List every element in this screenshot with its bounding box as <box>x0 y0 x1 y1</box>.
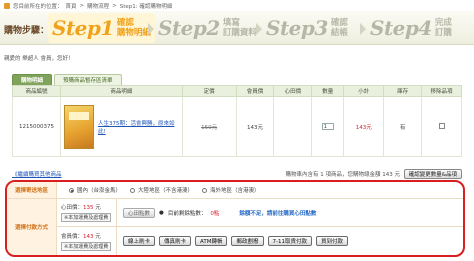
payment-buttons: 線上刷卡 傳真刷卡 ATM轉帳 郵政劃撥 7-11取貨付款 貨到付款 <box>117 227 463 255</box>
member-price-box: 會員價：143 元 ※本加運費及處理費 <box>57 227 117 255</box>
online-credit-card-button[interactable]: 線上刷卡 <box>123 236 156 246</box>
product-id: 1215000375 <box>12 96 61 157</box>
cart-table: 商品編號 商品明細 定價 會員價 心田價 數量 小計 庫存 移除品項 12150… <box>12 85 462 157</box>
atm-transfer-button[interactable]: ATM轉帳 <box>195 236 228 246</box>
qty-cell: 1 <box>311 96 345 157</box>
heart-price-label: 心田價： <box>61 205 84 211</box>
breadcrumb-prefix: 您目前所在的位置： <box>13 4 63 10</box>
member-price: 143元 <box>235 96 275 157</box>
region-overseas-label[interactable]: 海外地區（含港澳） <box>210 186 260 194</box>
member-price-payment-row: 會員價：143 元 ※本加運費及處理費 線上刷卡 傳真刷卡 ATM轉帳 郵政劃撥… <box>57 227 463 255</box>
product-detail-cell: 人生375期：活會興勝，原來如此! <box>59 96 183 157</box>
info-icon: ● <box>159 209 164 216</box>
points-remaining-value: 0點 <box>210 210 220 217</box>
step-2-number: Step2 <box>158 16 220 40</box>
seven-eleven-pickup-button[interactable]: 7-11取貨付款 <box>267 236 312 246</box>
list-price: 150元 <box>181 96 237 157</box>
update-cart-button[interactable]: 確認變更數量&品項 <box>403 169 462 179</box>
insufficient-balance-link[interactable]: 餘額不足，請前往購買心田點數 <box>239 209 316 217</box>
col-header-list-price: 定價 <box>181 85 237 97</box>
remove-item-checkbox[interactable] <box>438 122 445 129</box>
heart-price-actions: 心田點數 ● 目前剩餘點數： 0點 餘額不足，請前往購買心田點數 <box>117 199 463 226</box>
heart-price-note: ※本加運費及處理費 <box>61 213 112 222</box>
breadcrumb-current: Step1: 確認購物明細 <box>119 4 173 10</box>
book-cover-image[interactable] <box>63 104 94 149</box>
quantity-input[interactable]: 1 <box>321 123 334 130</box>
table-header-row: 商品編號 商品明細 定價 會員價 心田價 數量 小計 庫存 移除品項 <box>12 85 462 97</box>
breadcrumb-home-link[interactable]: 首頁 <box>66 2 77 10</box>
step-arrow-icon <box>148 23 154 35</box>
breadcrumb-flow-link[interactable]: 購物流程 <box>87 2 109 10</box>
shipping-region-label: 選擇寄送地區 <box>7 182 57 198</box>
region-overseas-radio[interactable] <box>202 187 208 193</box>
step-4-number: Step4 <box>370 16 432 40</box>
table-row: 1215000375 人生375期：活會興勝，原來如此! 150元 143元 1… <box>12 96 462 157</box>
col-header-subtotal: 小計 <box>343 85 385 97</box>
region-mainland-radio[interactable] <box>130 187 136 193</box>
step-1-number: Step1 <box>52 16 114 40</box>
breadcrumb-separator: > <box>79 3 85 9</box>
member-price-note: ※本加運費及處理費 <box>61 241 112 251</box>
subtotal: 143元 <box>343 96 385 157</box>
region-mainland-label[interactable]: 大陸地區（不含港澳） <box>138 186 193 194</box>
step-2: Step2 填寫 訂購資料 <box>158 13 257 43</box>
step-2-label: 填寫 訂購資料 <box>222 18 257 38</box>
heart-price-unit: 元 <box>95 205 101 211</box>
steps-title: 購物步驟： <box>4 26 50 36</box>
step-3-number: Step3 <box>266 16 328 40</box>
points-remaining-label: 目前剩餘點數： <box>167 210 207 217</box>
checkout-options-panel: 選擇寄送地區 國內（台澎金馬） 大陸地區（不含港澳） 海外地區（含港澳） 選擇付… <box>5 180 465 257</box>
col-header-id: 商品編號 <box>12 85 61 97</box>
home-icon <box>4 3 10 9</box>
step-4-label: 完成 訂購 <box>434 18 452 38</box>
col-header-heart-price: 心田價 <box>273 85 313 97</box>
cart-total-text: 購物車內含有 1 項商品，您購物總金額 143 元 <box>285 172 401 178</box>
region-domestic-label[interactable]: 國內（台澎金馬） <box>77 186 121 194</box>
step-4: Step4 完成 訂購 <box>370 13 452 43</box>
fax-credit-card-button[interactable]: 傳真刷卡 <box>159 236 192 246</box>
postal-transfer-button[interactable]: 郵政劃撥 <box>231 236 264 246</box>
step-1-label: 確認 購物明細 <box>116 18 151 38</box>
breadcrumb-separator: > <box>112 3 117 9</box>
cart-tabs: 購物明細 預購商品暫存區清單 <box>12 74 122 85</box>
shipping-region-options: 國內（台澎金馬） 大陸地區（不含港澳） 海外地區（含港澳） <box>57 182 260 198</box>
col-header-stock: 庫存 <box>383 85 423 97</box>
breadcrumb: 您目前所在的位置： 首頁 > 購物流程 > Step1: 確認購物明細 <box>4 2 172 10</box>
cash-on-delivery-button[interactable]: 貨到付款 <box>315 236 348 246</box>
continue-shopping-link[interactable]: 《繼續購買其他商品 <box>12 170 62 178</box>
member-price-label: 會員價： <box>61 233 84 240</box>
steps-bar: 購物步驟： Step1 確認 購物明細 Step2 填寫 訂購資料 Step3 … <box>0 11 474 45</box>
cart-summary: 《繼續購買其他商品 購物車內含有 1 項商品，您購物總金額 143 元 確認變更… <box>12 169 462 179</box>
heart-price-value: 135 <box>83 205 94 211</box>
col-header-detail: 商品明細 <box>59 85 183 97</box>
step-arrow-icon <box>256 23 262 35</box>
payment-method-label: 選擇付款方式 <box>7 199 57 255</box>
step-3: Step3 確認 結帳 <box>266 13 348 43</box>
step-3-label: 確認 結帳 <box>330 18 348 38</box>
shipping-region-row: 選擇寄送地區 國內（台澎金馬） 大陸地區（不含港澳） 海外地區（含港澳） <box>7 182 463 199</box>
heart-price-payment-row: 心田價：135 元 ※本加運費及處理費 心田點數 ● 目前剩餘點數： 0點 餘額不… <box>57 199 463 227</box>
remove-cell <box>421 96 462 157</box>
heart-price-box: 心田價：135 元 ※本加運費及處理費 <box>57 199 117 226</box>
step-1: Step1 確認 購物明細 <box>48 13 155 43</box>
heart-price <box>273 96 313 157</box>
tab-cart-details[interactable]: 購物明細 <box>12 74 53 85</box>
tab-preorder-list[interactable]: 預購商品暫存區清單 <box>54 74 122 85</box>
product-title-link[interactable]: 人生375期：活會興勝，原來如此! <box>98 119 182 135</box>
region-domestic-radio[interactable] <box>69 187 74 193</box>
col-header-remove: 移除品項 <box>421 85 462 97</box>
member-price-unit: 元 <box>95 233 101 240</box>
member-greeting: 親愛的 樂超人 會員，您好！ <box>4 56 74 62</box>
step-arrow-icon <box>360 23 366 35</box>
col-header-member-price: 會員價 <box>235 85 275 97</box>
heart-points-button[interactable]: 心田點數 <box>123 207 156 218</box>
col-header-qty: 數量 <box>311 85 345 97</box>
member-price-value: 143 <box>83 233 94 240</box>
stock-status: 有 <box>383 96 423 157</box>
